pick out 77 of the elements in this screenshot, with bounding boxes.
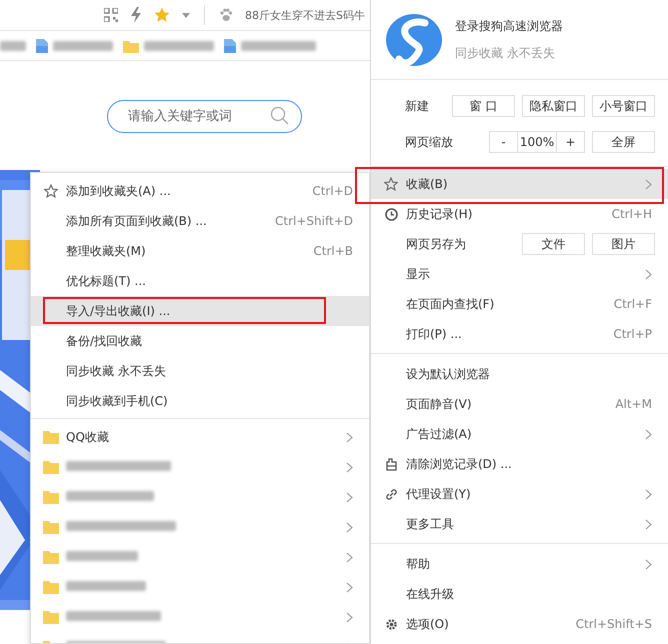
shortcut-text: Ctrl+Shift+S: [576, 617, 652, 631]
blurred-text[interactable]: [66, 581, 146, 591]
folder-icon: [43, 550, 59, 564]
shortcut-text: Ctrl+Shift+D: [275, 214, 353, 228]
folder-icon: [43, 610, 59, 624]
menu-item[interactable]: 收藏(B): [371, 169, 668, 199]
menu-item[interactable]: 在页面内查找(F) Ctrl+F: [371, 289, 668, 319]
star-icon: [44, 184, 58, 198]
new-window-button[interactable]: 隐私窗口: [522, 95, 585, 117]
menu-item[interactable]: 帮助: [371, 549, 668, 579]
menu-item[interactable]: 同步收藏 永不丢失: [31, 356, 369, 386]
blurred-text[interactable]: [66, 521, 176, 531]
menu-item[interactable]: 同步收藏到手机(C): [31, 386, 369, 416]
menu-item[interactable]: 添加到收藏夹(A) ... Ctrl+D: [31, 176, 369, 206]
folder-icon: [43, 490, 59, 504]
shortcut-text: Ctrl+F: [614, 297, 652, 311]
menu-item[interactable]: 备份/找回收藏: [31, 326, 369, 356]
new-window-button[interactable]: 窗 口: [452, 95, 515, 117]
folder-icon: [43, 430, 59, 444]
menu-item[interactable]: 设为默认浏览器: [371, 359, 668, 389]
tab-title[interactable]: 88斤女生穿不进去S码牛: [245, 8, 365, 22]
menu-item[interactable]: 导入/导出收藏(I) ...: [31, 296, 369, 326]
folder-icon: [43, 520, 59, 534]
blurred-text[interactable]: [53, 41, 113, 51]
search-field[interactable]: 请输入关键字或词: [107, 100, 302, 132]
eraser-icon: [384, 458, 398, 470]
blurred-text[interactable]: [66, 551, 138, 561]
menu-item[interactable]: 历史记录(H) Ctrl+H: [371, 199, 668, 229]
blurred-text[interactable]: [241, 41, 316, 51]
menu-item[interactable]: 选项(O) Ctrl+Shift+S: [371, 609, 668, 639]
page-icon[interactable]: [224, 39, 236, 53]
blurred-text[interactable]: [66, 611, 161, 621]
star-icon: [384, 177, 398, 191]
menu-item[interactable]: 更多工具: [371, 509, 668, 539]
menu-item[interactable]: 页面静音(V) Alt+M: [371, 389, 668, 419]
blurred-text[interactable]: [66, 461, 171, 471]
blurred-text[interactable]: [144, 41, 214, 51]
menu-item[interactable]: 广告过滤(A): [371, 419, 668, 449]
new-window-button[interactable]: 小号窗口: [592, 95, 655, 117]
folder-item[interactable]: QQ收藏: [66, 428, 346, 446]
row-label: 网页另存为: [406, 236, 467, 252]
page-icon[interactable]: [36, 39, 48, 53]
menu-item[interactable]: 清除浏览记录(D) ...: [371, 449, 668, 479]
menu-item[interactable]: 在线升级: [371, 579, 668, 609]
paw-icon[interactable]: [219, 8, 233, 22]
blurred-text[interactable]: [66, 491, 154, 501]
row-label: 新建: [405, 98, 430, 114]
search-icon[interactable]: [270, 106, 290, 126]
clock-icon: [384, 208, 398, 220]
grid-icon[interactable]: [104, 8, 118, 22]
menu-item[interactable]: 添加所有页面到收藏(B) ... Ctrl+Shift+D: [31, 206, 369, 236]
menu-item[interactable]: 显示: [371, 259, 668, 289]
folder-icon: [43, 580, 59, 594]
shortcut-text: Ctrl+H: [612, 207, 652, 221]
shortcut-text: Ctrl+B: [313, 244, 353, 258]
menu-item[interactable]: 整理收藏夹(M) Ctrl+B: [31, 236, 369, 266]
save-as-button[interactable]: 文件: [522, 233, 585, 255]
menu-item[interactable]: 代理设置(Y): [371, 479, 668, 509]
shortcut-text: Ctrl+D: [312, 184, 353, 198]
shortcut-text: Ctrl+P: [613, 327, 652, 341]
shortcut-text: Alt+M: [615, 397, 652, 411]
lightning-icon[interactable]: [130, 7, 142, 23]
link-icon: [384, 488, 398, 500]
folder-icon: [43, 460, 59, 474]
dropdown-icon[interactable]: [182, 12, 190, 18]
blurred-text[interactable]: [0, 41, 26, 51]
row-label: 网页缩放: [405, 134, 454, 150]
sogou-logo-icon[interactable]: [385, 12, 443, 66]
save-as-button[interactable]: 图片: [592, 233, 655, 255]
star-icon[interactable]: [154, 7, 170, 23]
fullscreen-button[interactable]: 全屏: [592, 131, 655, 153]
gear-icon: [384, 618, 398, 630]
login-title[interactable]: 登录搜狗高速浏览器: [455, 18, 563, 34]
login-subtitle: 同步收藏 永不丢失: [455, 44, 556, 62]
menu-item[interactable]: 打印(P) ... Ctrl+P: [371, 319, 668, 349]
menu-item[interactable]: 优化标题(T) ...: [31, 266, 369, 296]
folder-icon[interactable]: [123, 40, 139, 52]
